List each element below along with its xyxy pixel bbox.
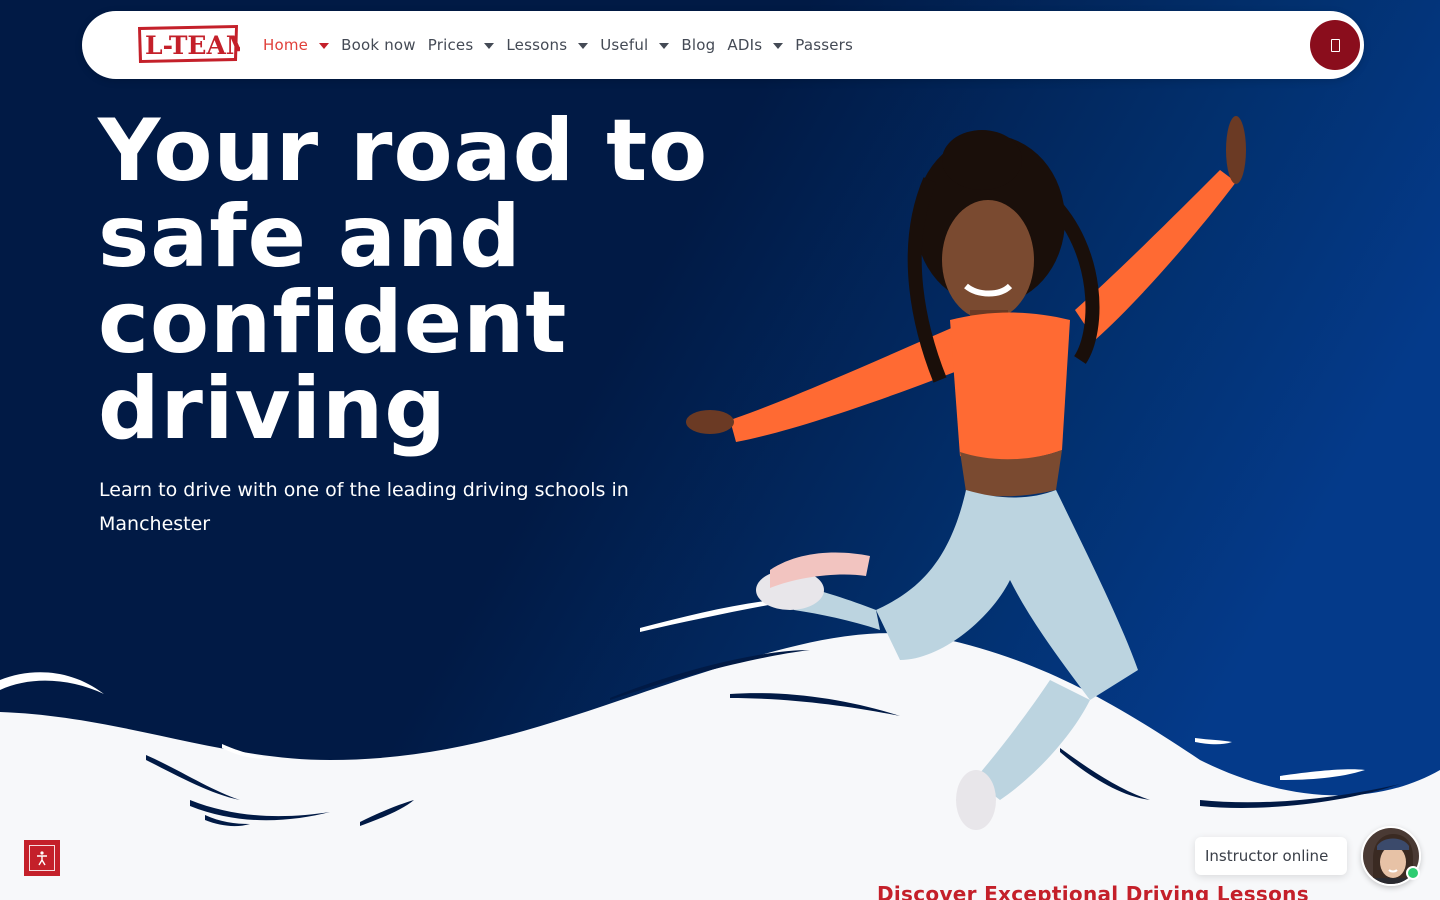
nav-item-lessons[interactable]: Lessons xyxy=(506,36,589,54)
hero-subtitle: Learn to drive with one of the leading d… xyxy=(99,479,629,535)
nav-item-home[interactable]: Home xyxy=(263,36,330,54)
nav-item-label: Home xyxy=(263,36,309,54)
nav-item-label: Book now xyxy=(341,36,416,54)
section-heading: Discover Exceptional Driving Lessons xyxy=(877,882,1309,900)
l-team-logo[interactable]: L-TEAM xyxy=(136,23,240,65)
nav-item-label: Blog xyxy=(681,36,716,54)
chevron-down-icon xyxy=(773,43,784,49)
accessibility-icon xyxy=(29,845,55,871)
nav-item-blog[interactable]: Blog xyxy=(681,36,715,54)
nav-menu: Home Book now Prices Lessons Useful Blog… xyxy=(263,11,865,79)
nav-item-label: Useful xyxy=(600,36,649,54)
logo-text: L-TEAM xyxy=(145,31,240,60)
nav-item-label: Lessons xyxy=(506,36,568,54)
accessibility-button[interactable] xyxy=(24,840,60,876)
phone-button[interactable] xyxy=(1310,20,1360,70)
chat-status-pill[interactable]: Instructor online xyxy=(1195,837,1347,875)
chevron-down-icon xyxy=(484,43,495,49)
nav-item-book-now[interactable]: Book now xyxy=(341,36,416,54)
online-status-dot xyxy=(1406,866,1420,880)
chat-status-label: Instructor online xyxy=(1205,847,1329,865)
chevron-down-icon xyxy=(659,43,670,49)
nav-item-label: ADIs xyxy=(727,36,763,54)
chevron-down-icon xyxy=(578,43,589,49)
main-navbar: L-TEAM Home Book now Prices Lessons Usef… xyxy=(82,11,1364,79)
phone-icon xyxy=(1330,38,1340,52)
hero-title: Your road to safe and confident driving xyxy=(98,101,709,459)
nav-item-useful[interactable]: Useful xyxy=(600,36,670,54)
nav-item-adis[interactable]: ADIs xyxy=(727,36,784,54)
chevron-down-icon xyxy=(319,43,330,49)
nav-item-prices[interactable]: Prices xyxy=(428,36,495,54)
nav-item-label: Passers xyxy=(795,36,854,54)
nav-item-passers[interactable]: Passers xyxy=(795,36,853,54)
nav-item-label: Prices xyxy=(427,36,474,54)
